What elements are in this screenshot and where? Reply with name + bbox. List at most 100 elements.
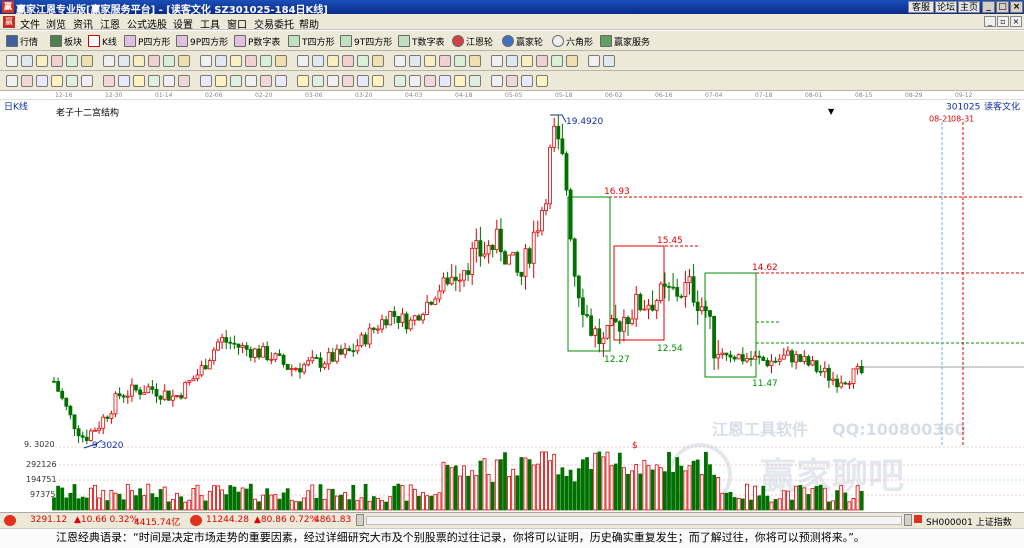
tool-p-square[interactable]: P四方形 [124, 34, 170, 48]
toolbar3-tool-icon[interactable] [51, 75, 63, 87]
tool-t-number-table[interactable]: T数字表 [398, 34, 445, 48]
horizontal-scrollbar[interactable] [366, 516, 902, 525]
toolbar3-tool-icon[interactable] [409, 75, 421, 87]
mdi-minimize-icon[interactable]: _ [984, 16, 996, 27]
toolbar3-tool-icon[interactable] [81, 75, 93, 87]
menu-help[interactable]: 帮助 [299, 16, 319, 31]
toolbar2-tool-icon[interactable] [81, 55, 93, 67]
toolbar3-tool-icon[interactable] [103, 75, 115, 87]
tool-winner-service[interactable]: 赢家服务 [600, 34, 650, 48]
toolbar3-tool-icon[interactable] [260, 75, 272, 87]
toolbar2-tool-icon[interactable] [342, 55, 354, 67]
toolbar3-tool-icon[interactable] [6, 75, 18, 87]
toolbar3-tool-icon[interactable] [36, 75, 48, 87]
toolbar2-tool-icon[interactable] [372, 55, 384, 67]
menu-gann[interactable]: 江恩 [100, 16, 120, 31]
toolbar2-tool-icon[interactable] [409, 55, 421, 67]
toolbar2-tool-icon[interactable] [424, 55, 436, 67]
toolbar2-tool-icon[interactable] [148, 55, 160, 67]
toolbar2-tool-icon[interactable] [439, 55, 451, 67]
homepage-button[interactable]: 主页 [958, 1, 980, 13]
minimize-icon[interactable]: _ [982, 1, 995, 13]
toolbar2-tool-icon[interactable] [454, 55, 466, 67]
toolbar3-tool-icon[interactable] [312, 75, 324, 87]
tool-9p-square[interactable]: 9P四方形 [176, 34, 228, 48]
toolbar3-tool-icon[interactable] [372, 75, 384, 87]
kline-chart[interactable]: 江恩工具软件 QQ:100800360 赢家聊吧 liaoba.yjs.com … [0, 100, 1024, 512]
toolbar2-tool-icon[interactable] [200, 55, 212, 67]
toolbar3-tool-icon[interactable] [178, 75, 190, 87]
menu-news[interactable]: 资讯 [73, 16, 93, 31]
menu-trade[interactable]: 交易委托 [254, 16, 294, 31]
toolbar2-tool-icon[interactable] [521, 55, 533, 67]
toolbar2-tool-icon[interactable] [491, 55, 503, 67]
toolbar3-tool-icon[interactable] [118, 75, 130, 87]
toolbar3-tool-icon[interactable] [536, 75, 548, 87]
toolbar2-tool-icon[interactable] [566, 55, 578, 67]
toolbar2-tool-icon[interactable] [133, 55, 145, 67]
toolbar2-tool-icon[interactable] [260, 55, 272, 67]
close-icon[interactable]: × [1010, 1, 1023, 13]
menu-formula-pick[interactable]: 公式选股 [127, 16, 167, 31]
tool-p-number-table[interactable]: P数字表 [234, 34, 280, 48]
toolbar3-tool-icon[interactable] [506, 75, 518, 87]
tool-sector[interactable]: 板块 [50, 34, 82, 48]
toolbar3-tool-icon[interactable] [491, 75, 503, 87]
toolbar2-tool-icon[interactable] [297, 55, 309, 67]
toolbar2-tool-icon[interactable] [230, 55, 242, 67]
toolbar3-tool-icon[interactable] [439, 75, 451, 87]
toolbar2-tool-icon[interactable] [394, 55, 406, 67]
mdi-close-icon[interactable]: × [1010, 16, 1022, 27]
menu-window[interactable]: 窗口 [227, 16, 247, 31]
toolbar2-tool-icon[interactable] [51, 55, 63, 67]
toolbar3-tool-icon[interactable] [245, 75, 257, 87]
tool-9t-square[interactable]: 9T四方形 [340, 34, 392, 48]
toolbar2-tool-icon[interactable] [469, 55, 481, 67]
toolbar3-tool-icon[interactable] [454, 75, 466, 87]
toolbar3-tool-icon[interactable] [163, 75, 175, 87]
toolbar3-tool-icon[interactable] [424, 75, 436, 87]
tool-quotes[interactable]: 行情 [6, 34, 38, 48]
toolbar3-tool-icon[interactable] [342, 75, 354, 87]
toolbar2-tool-icon[interactable] [588, 55, 600, 67]
toolbar2-tool-icon[interactable] [103, 55, 115, 67]
toolbar3-tool-icon[interactable] [66, 75, 78, 87]
scroll-left-button[interactable] [356, 514, 364, 526]
tool-gann-wheel[interactable]: 江恩轮 [452, 34, 493, 48]
toolbar2-tool-icon[interactable] [178, 55, 190, 67]
toolbar2-tool-icon[interactable] [6, 55, 18, 67]
study-dropdown-icon[interactable]: ▼ [828, 107, 835, 116]
toolbar3-tool-icon[interactable] [230, 75, 242, 87]
tool-hexagon[interactable]: 六角形 [552, 34, 593, 48]
maximize-icon[interactable]: □ [996, 1, 1009, 13]
toolbar3-tool-icon[interactable] [469, 75, 481, 87]
toolbar2-tool-icon[interactable] [327, 55, 339, 67]
toolbar2-tool-icon[interactable] [215, 55, 227, 67]
toolbar3-tool-icon[interactable] [200, 75, 212, 87]
toolbar3-tool-icon[interactable] [215, 75, 227, 87]
toolbar2-tool-icon[interactable] [506, 55, 518, 67]
toolbar2-tool-icon[interactable] [163, 55, 175, 67]
toolbar3-tool-icon[interactable] [133, 75, 145, 87]
tool-kline[interactable]: K线 [88, 34, 117, 48]
toolbar3-tool-icon[interactable] [521, 75, 533, 87]
tool-t-square[interactable]: T四方形 [288, 34, 335, 48]
menu-settings[interactable]: 设置 [173, 16, 193, 31]
menu-browse[interactable]: 浏览 [46, 16, 66, 31]
menu-file[interactable]: 文件 [20, 16, 40, 31]
toolbar2-tool-icon[interactable] [275, 55, 287, 67]
toolbar3-tool-icon[interactable] [357, 75, 369, 87]
toolbar2-tool-icon[interactable] [66, 55, 78, 67]
forum-button[interactable]: 论坛 [935, 1, 957, 13]
scroll-right-button[interactable] [904, 514, 912, 526]
toolbar2-tool-icon[interactable] [21, 55, 33, 67]
toolbar2-tool-icon[interactable] [551, 55, 563, 67]
toolbar2-tool-icon[interactable] [357, 55, 369, 67]
toolbar2-tool-icon[interactable] [603, 55, 615, 67]
toolbar2-tool-icon[interactable] [312, 55, 324, 67]
toolbar3-tool-icon[interactable] [394, 75, 406, 87]
toolbar2-tool-icon[interactable] [536, 55, 548, 67]
tool-winner-wheel[interactable]: 赢家轮 [502, 34, 543, 48]
toolbar2-tool-icon[interactable] [36, 55, 48, 67]
toolbar3-tool-icon[interactable] [327, 75, 339, 87]
